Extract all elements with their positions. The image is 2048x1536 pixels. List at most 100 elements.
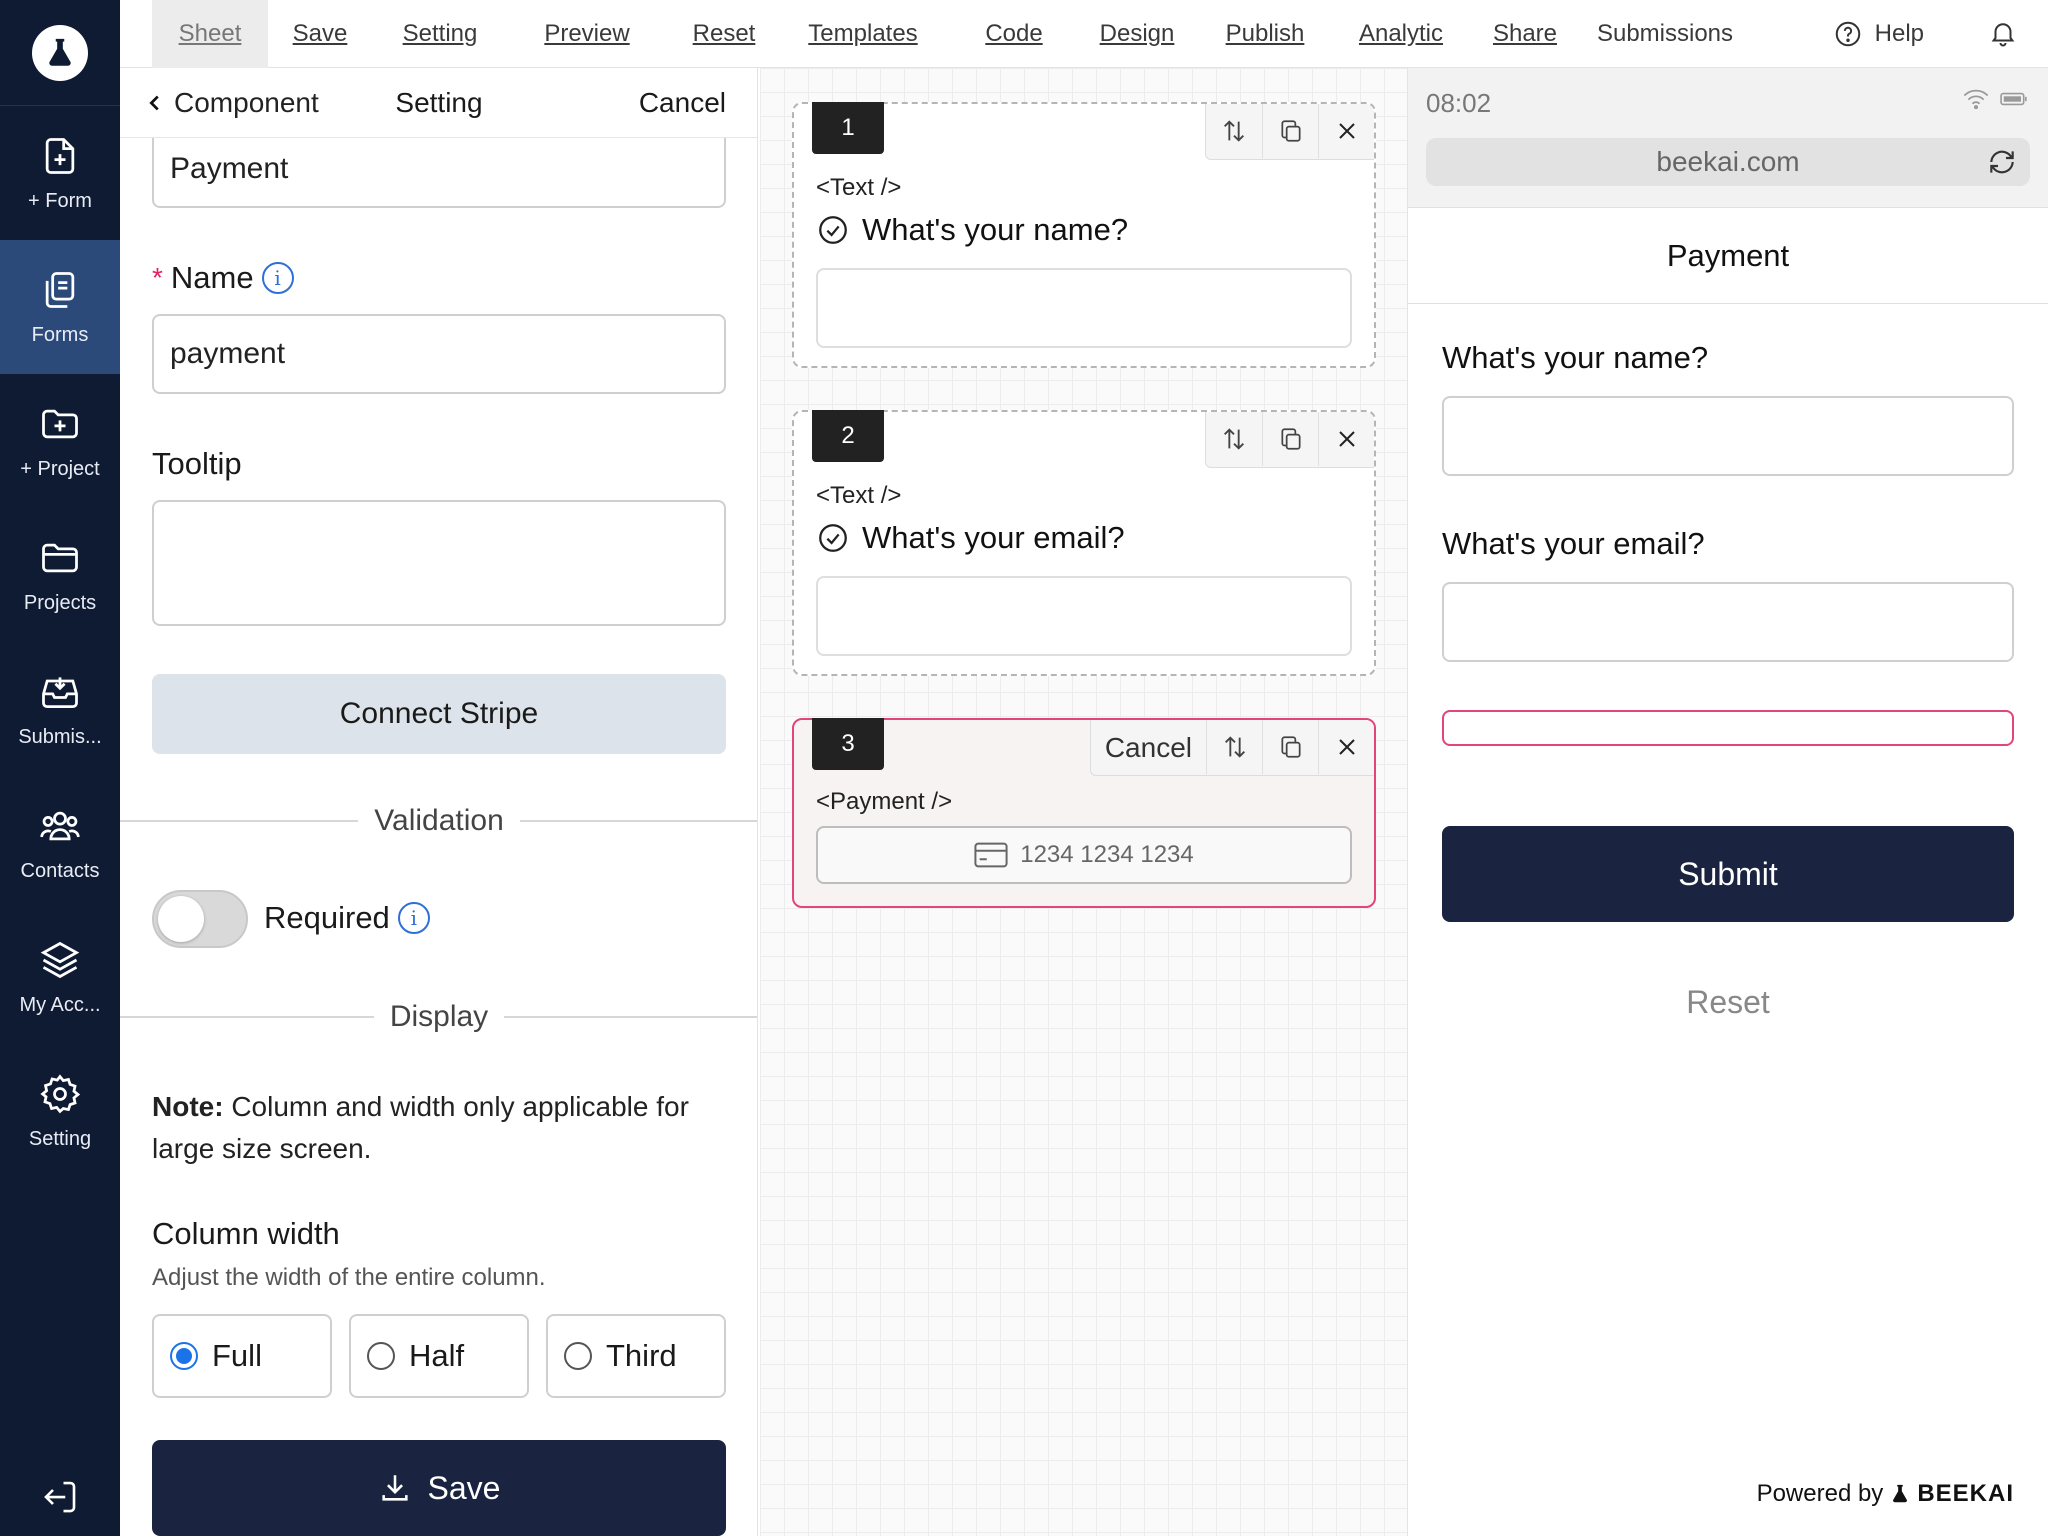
notifications-button[interactable] — [1988, 18, 2018, 53]
radio-half[interactable] — [367, 1342, 395, 1370]
canvas-field-card[interactable]: 1 <Text /> What's your name? — [792, 102, 1376, 368]
menu-sheet[interactable]: Sheet — [152, 0, 268, 68]
settings-cancel-button[interactable]: Cancel — [639, 87, 726, 119]
radio-full[interactable] — [170, 1342, 198, 1370]
save-label: Save — [427, 1469, 501, 1506]
flask-icon — [1893, 1484, 1908, 1503]
menu-preview-label: Preview — [544, 20, 630, 47]
note-text: Column and width only applicable for lar… — [152, 1091, 689, 1164]
connect-stripe-button[interactable]: Connect Stripe — [152, 674, 726, 754]
card-toolbar — [1205, 412, 1374, 468]
menu-preview[interactable]: Preview — [522, 0, 652, 68]
check-circle-icon — [819, 524, 847, 552]
battery-icon — [2000, 92, 2027, 106]
field-type-tag: <Text /> — [816, 482, 902, 509]
menu-templates[interactable]: Templates — [782, 0, 944, 68]
preview-browser-bar: 08:02 beekai.com — [1408, 68, 2048, 208]
tooltip-label: Tooltip — [152, 446, 242, 481]
app-logo[interactable] — [0, 0, 120, 106]
sidebar-item-contacts[interactable]: Contacts — [0, 776, 120, 910]
back-label: Component — [174, 86, 319, 118]
card-toolbar — [1205, 104, 1374, 160]
settings-header: Setting Component Cancel — [120, 68, 757, 138]
preview-name-input[interactable] — [1442, 396, 2014, 476]
file-plus-icon — [45, 137, 75, 174]
logout-button[interactable] — [0, 1476, 120, 1518]
mobile-preview: 08:02 beekai.com Payment What's your nam… — [1408, 68, 2048, 1536]
move-button[interactable] — [1206, 412, 1262, 466]
menu-analytic[interactable]: Analytic — [1326, 0, 1476, 68]
preview-submit-button[interactable]: Submit — [1442, 826, 2014, 922]
label-field[interactable]: Payment — [152, 130, 726, 208]
menu-share-label: Share — [1492, 20, 1558, 47]
menu-reset[interactable]: Reset — [668, 0, 780, 68]
close-icon — [1338, 739, 1355, 755]
preview-payment-field[interactable] — [1442, 710, 2014, 746]
menu-templates-label: Templates — [808, 20, 918, 47]
width-option-label: Full — [212, 1338, 262, 1373]
tooltip-textarea[interactable] — [152, 500, 726, 626]
field-input-preview — [816, 268, 1352, 348]
menu-code[interactable]: Code — [954, 0, 1074, 68]
width-option-third[interactable]: Third — [546, 1314, 726, 1398]
sidebar-item-setting[interactable]: Setting — [0, 1044, 120, 1178]
preview-url-bar[interactable]: beekai.com — [1426, 138, 2030, 186]
duplicate-button[interactable] — [1262, 412, 1318, 466]
note-bold: Note: — [152, 1091, 224, 1122]
display-divider: Display — [120, 997, 757, 1037]
validation-divider: Validation — [120, 801, 757, 841]
info-icon[interactable]: i — [397, 902, 430, 934]
sidebar-item-projects[interactable]: Projects — [0, 508, 120, 642]
menu-setting[interactable]: Setting — [384, 0, 496, 68]
menu-save[interactable]: Save — [280, 0, 360, 68]
folder-icon — [42, 543, 78, 572]
duplicate-button[interactable] — [1262, 720, 1318, 774]
required-toggle[interactable] — [152, 890, 248, 948]
menu-reset-label: Reset — [692, 20, 756, 47]
close-icon — [1338, 123, 1355, 139]
field-type-tag: <Text /> — [816, 174, 902, 201]
reload-icon[interactable] — [1986, 146, 2018, 178]
copy-icon — [1280, 736, 1301, 758]
sidebar-item-forms[interactable]: Forms — [0, 240, 120, 374]
sidebar-item-label: My Acc... — [19, 993, 101, 1016]
menu-publish[interactable]: Publish — [1190, 0, 1340, 68]
column-width-subtitle: Adjust the width of the entire column. — [152, 1264, 546, 1291]
field-number: 3 — [812, 718, 884, 770]
delete-button[interactable] — [1318, 720, 1374, 774]
sidebar-item-new-project[interactable]: + Project — [0, 374, 120, 508]
info-icon[interactable]: i — [261, 262, 294, 294]
preview-email-input[interactable] — [1442, 582, 2014, 662]
radio-third[interactable] — [564, 1342, 592, 1370]
name-field[interactable]: payment — [152, 314, 726, 394]
canvas-field-card[interactable]: 2 <Text /> What's your email? — [792, 410, 1376, 676]
powered-by-text: Powered by — [1756, 1480, 1884, 1507]
menu-share[interactable]: Share — [1470, 0, 1580, 68]
sidebar-item-submissions[interactable]: Submis... — [0, 642, 120, 776]
duplicate-button[interactable] — [1262, 104, 1318, 158]
preview-reset-button[interactable]: Reset — [1442, 972, 2014, 1032]
menu-submissions-label: Submissions — [1596, 20, 1734, 47]
delete-button[interactable] — [1318, 104, 1374, 158]
status-time: 08:02 — [1426, 88, 1492, 118]
help-button[interactable]: Help — [1833, 0, 1924, 68]
save-button[interactable]: Save — [152, 1440, 726, 1536]
menu-submissions[interactable]: Submissions — [1580, 0, 1750, 68]
delete-button[interactable] — [1318, 412, 1374, 466]
powered-by: Powered by BEEKAI — [1757, 1480, 2014, 1508]
help-label: Help — [1874, 20, 1924, 47]
back-to-component-button[interactable]: Component — [144, 87, 319, 119]
swap-vertical-icon — [1224, 120, 1244, 142]
card-cancel-button[interactable]: Cancel — [1091, 720, 1206, 775]
name-field-value: payment — [170, 337, 286, 370]
width-option-full[interactable]: Full — [152, 1314, 332, 1398]
canvas-payment-card[interactable]: 3 Cancel <Payment /> 1234 1234 1234 — [792, 718, 1376, 908]
sidebar-item-new-form[interactable]: + Form — [0, 106, 120, 240]
form-canvas: 1 <Text /> What's your name? 2 <Text /> … — [760, 68, 1408, 1536]
gear-icon — [40, 1073, 81, 1113]
move-button[interactable] — [1206, 104, 1262, 158]
sidebar-item-my-account[interactable]: My Acc... — [0, 910, 120, 1044]
move-button[interactable] — [1206, 720, 1262, 774]
check-circle-icon — [819, 216, 847, 244]
width-option-half[interactable]: Half — [349, 1314, 529, 1398]
